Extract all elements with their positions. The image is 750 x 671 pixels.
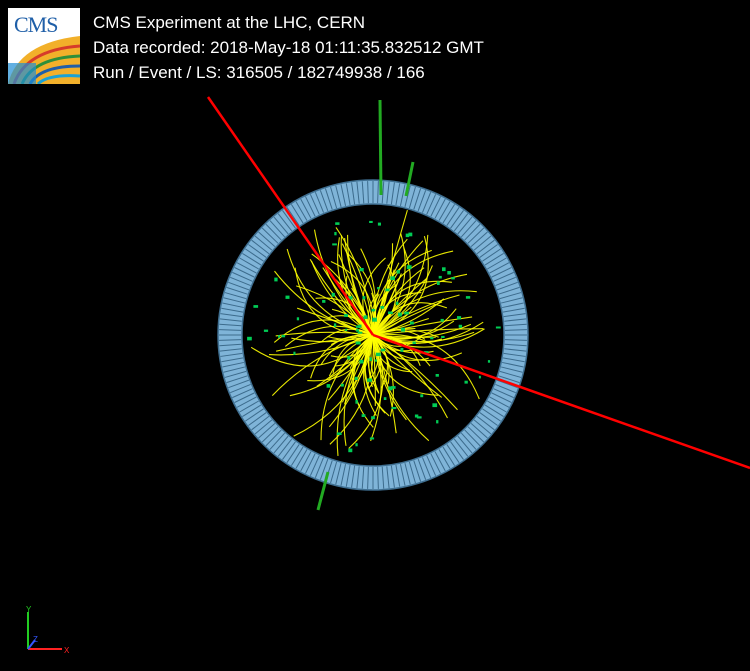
hit	[478, 375, 481, 379]
hit	[400, 347, 404, 352]
hit	[451, 277, 455, 280]
hit	[263, 329, 269, 332]
cms-logo-text: CMS	[14, 12, 58, 37]
hit	[437, 281, 440, 285]
hit	[442, 267, 446, 272]
hit	[409, 321, 414, 325]
event-display: Y X Z	[26, 96, 750, 655]
hit	[435, 374, 439, 377]
axis-z-label: Z	[33, 635, 38, 644]
hit	[412, 341, 416, 344]
hit	[400, 327, 405, 332]
hit	[332, 243, 337, 246]
hit	[322, 300, 326, 303]
hit	[377, 287, 380, 290]
hit	[372, 317, 377, 322]
hit	[358, 324, 362, 328]
cms-logo: CMS	[8, 8, 80, 84]
hit	[416, 416, 422, 419]
event-info: CMS Experiment at the LHC, CERN Data rec…	[93, 10, 484, 85]
hit	[430, 337, 434, 340]
hit	[278, 335, 280, 338]
hit	[355, 341, 361, 345]
data-recorded: Data recorded: 2018-May-18 01:11:35.8325…	[93, 38, 484, 57]
axis-x-label: X	[64, 646, 70, 655]
hit	[398, 312, 402, 317]
hit	[356, 329, 360, 332]
hit	[361, 414, 366, 417]
hit	[458, 324, 463, 328]
hit	[404, 311, 410, 315]
hit	[447, 271, 451, 275]
hit	[408, 232, 413, 237]
hit	[369, 220, 373, 223]
hit	[487, 360, 491, 363]
hit	[344, 313, 348, 317]
hit	[285, 295, 290, 299]
hit	[383, 397, 387, 400]
hit	[465, 296, 471, 299]
hit	[333, 323, 337, 327]
hit	[438, 275, 442, 279]
hit	[345, 328, 348, 331]
hit	[354, 376, 358, 380]
hit	[495, 326, 501, 329]
hit	[369, 357, 372, 361]
hit	[420, 394, 424, 398]
hit	[362, 296, 366, 300]
hit	[355, 400, 358, 404]
hit	[371, 308, 376, 312]
hit	[374, 359, 377, 362]
hit	[375, 352, 381, 357]
hit	[390, 276, 395, 280]
hit	[388, 386, 393, 391]
tracks	[250, 209, 485, 456]
hit	[385, 288, 390, 292]
hit	[335, 222, 340, 225]
hit	[464, 380, 468, 384]
hit	[391, 407, 397, 410]
hit	[281, 334, 286, 338]
hit	[432, 403, 438, 408]
axis-y-label: Y	[26, 605, 32, 614]
hit	[363, 315, 368, 319]
hit	[406, 265, 412, 270]
hit	[377, 222, 381, 226]
hit	[457, 316, 462, 320]
hit	[388, 311, 393, 314]
hit	[247, 336, 252, 341]
hit	[296, 317, 300, 321]
hit	[380, 306, 384, 309]
hit	[348, 448, 353, 453]
hit	[253, 305, 259, 308]
hit	[357, 331, 363, 334]
hit	[395, 301, 399, 305]
hit	[440, 318, 444, 322]
hit	[441, 335, 445, 338]
hit	[340, 383, 344, 387]
hit	[359, 359, 364, 364]
axis-triad: Y X Z	[26, 605, 70, 655]
hit	[331, 292, 335, 297]
hit	[326, 384, 331, 388]
hit	[347, 356, 351, 360]
run-event-ls: Run / Event / LS: 316505 / 182749938 / 1…	[93, 63, 425, 82]
hit	[369, 437, 375, 440]
experiment-title: CMS Experiment at the LHC, CERN	[93, 13, 366, 32]
hit	[380, 348, 386, 352]
hit	[367, 378, 372, 382]
hit	[436, 420, 439, 424]
hit	[396, 270, 400, 274]
hit	[336, 432, 342, 435]
hit	[274, 277, 278, 282]
hit	[359, 268, 364, 272]
hit	[334, 232, 337, 236]
hit	[293, 351, 296, 355]
hit	[355, 443, 358, 447]
hit	[371, 416, 375, 420]
